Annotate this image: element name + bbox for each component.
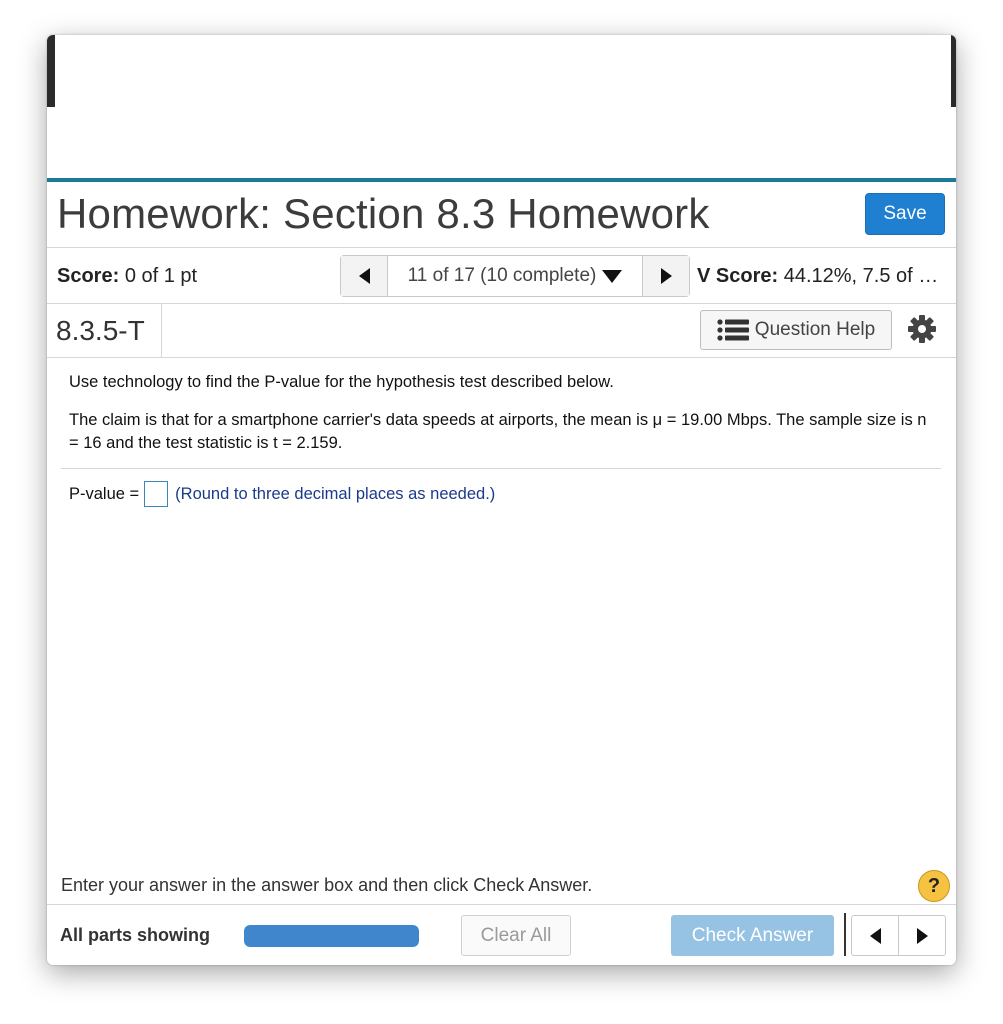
gear-icon[interactable] bbox=[907, 314, 937, 344]
toolbar-separator bbox=[844, 913, 846, 956]
homework-score: V Score: 44.12%, 7.5 of 17 pts bbox=[697, 265, 947, 288]
save-button[interactable]: Save bbox=[865, 193, 945, 235]
window-edge-right bbox=[951, 35, 956, 107]
parts-progress-bar bbox=[244, 925, 419, 947]
homework-window: Homework: Section 8.3 Homework Save Scor… bbox=[47, 35, 956, 965]
question-id: 8.3.5-T bbox=[47, 304, 162, 358]
check-answer-button[interactable]: Check Answer bbox=[671, 915, 834, 956]
caret-down-icon bbox=[602, 269, 623, 283]
caret-right-icon bbox=[916, 927, 928, 944]
question-icon[interactable]: ? bbox=[918, 870, 950, 902]
question-score: Score: 0 of 1 pt bbox=[57, 265, 197, 288]
page-title: Homework: Section 8.3 Homework bbox=[57, 190, 710, 237]
caret-left-icon bbox=[869, 927, 881, 944]
rounding-hint: (Round to three decimal places as needed… bbox=[175, 484, 496, 503]
hw-score-value: 44.12%, 7.5 of 17 pts bbox=[783, 265, 947, 287]
progress-fill bbox=[244, 925, 419, 947]
title-row: Homework: Section 8.3 Homework Save bbox=[47, 182, 956, 248]
score-row: Score: 0 of 1 pt 11 of 17 (10 complete) … bbox=[47, 248, 956, 304]
question-selector-dropdown[interactable]: 11 of 17 (10 complete) bbox=[388, 256, 642, 296]
caret-right-icon bbox=[660, 268, 672, 284]
question-help-label: Question Help bbox=[754, 319, 876, 340]
question-intro: Use technology to find the P-value for t… bbox=[69, 373, 614, 391]
question-navigator: 11 of 17 (10 complete) bbox=[340, 255, 690, 297]
hw-score-label: V Score: bbox=[697, 265, 779, 287]
next-part-button[interactable] bbox=[899, 916, 945, 955]
content-divider bbox=[61, 468, 941, 469]
previous-part-button[interactable] bbox=[852, 916, 899, 955]
clear-all-button[interactable]: Clear All bbox=[461, 915, 571, 956]
answer-line: P-value = (Round to three decimal places… bbox=[69, 481, 495, 507]
score-label: Score: bbox=[57, 265, 120, 287]
window-edge-left bbox=[47, 35, 55, 107]
p-value-label: P-value = bbox=[69, 484, 140, 503]
p-value-answer-input[interactable] bbox=[144, 481, 169, 507]
caret-left-icon bbox=[358, 268, 370, 284]
list-icon bbox=[717, 319, 749, 341]
question-toolbar: 8.3.5-T Question Help bbox=[47, 304, 956, 358]
answer-instructions: Enter your answer in the answer box and … bbox=[61, 875, 593, 895]
part-pager bbox=[851, 915, 946, 956]
score-value: 0 of 1 pt bbox=[124, 265, 198, 287]
all-parts-showing-label: All parts showing bbox=[60, 925, 211, 945]
question-help-button[interactable]: Question Help bbox=[700, 310, 892, 350]
question-position: 11 of 17 (10 complete) bbox=[407, 265, 597, 286]
next-question-button[interactable] bbox=[642, 256, 689, 296]
header-blank-area bbox=[47, 35, 956, 178]
question-claim: The claim is that for a smartphone carri… bbox=[69, 411, 927, 452]
question-content: Use technology to find the P-value for t… bbox=[69, 371, 929, 455]
previous-question-button[interactable] bbox=[341, 256, 388, 296]
bottom-toolbar: All parts showing Clear All Check Answer bbox=[47, 904, 956, 965]
